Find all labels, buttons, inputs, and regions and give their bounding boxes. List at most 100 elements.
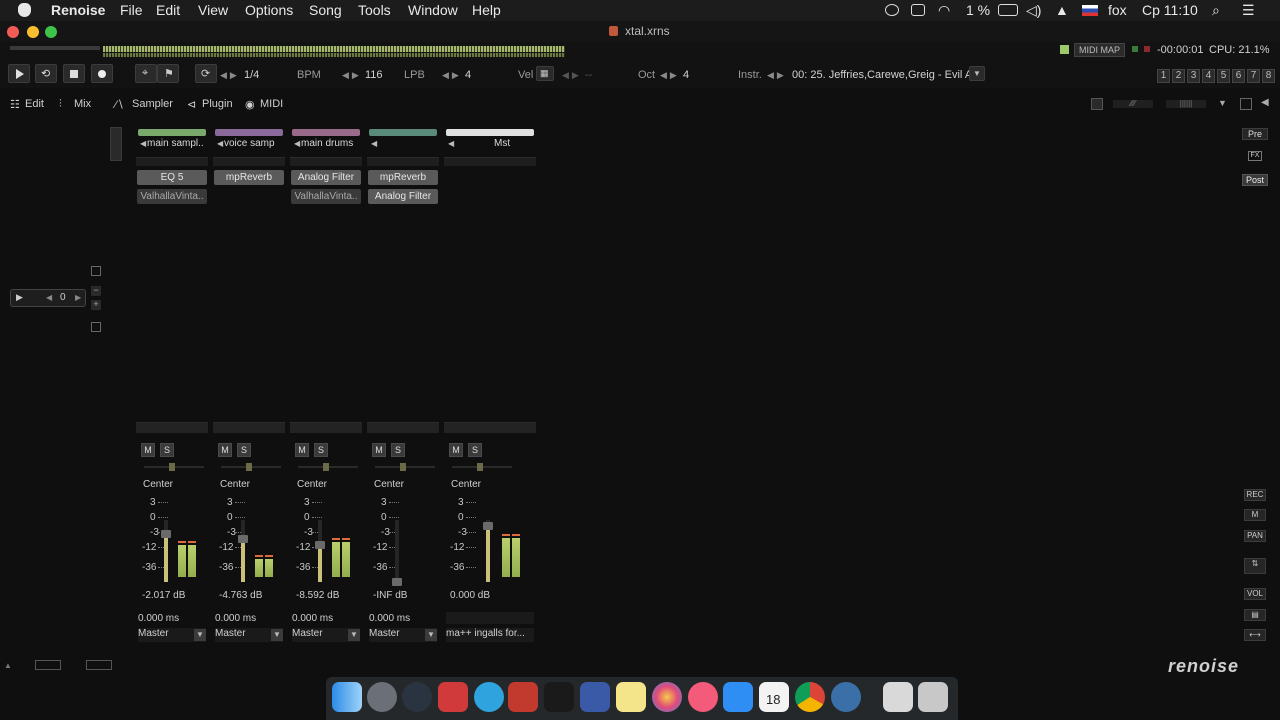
vel-arrows[interactable]: ◀▶: [562, 70, 582, 81]
scope-view-button[interactable]: ⁄⁄⁄⁄: [1113, 100, 1153, 108]
mute-button[interactable]: M: [295, 443, 309, 457]
track-collapse-icon[interactable]: ◀: [217, 139, 223, 148]
lpb-value[interactable]: 4: [465, 69, 471, 81]
solo-button[interactable]: S: [237, 443, 251, 457]
menu-song[interactable]: Song: [309, 2, 342, 18]
menu-help[interactable]: Help: [472, 2, 501, 18]
tab-mix[interactable]: Mix: [74, 98, 91, 110]
opera-icon[interactable]: [402, 682, 432, 712]
track-delay-value[interactable]: 0.000 ms: [215, 613, 256, 624]
volume-fader-knob[interactable]: [483, 522, 493, 530]
track-name[interactable]: voice samp: [224, 138, 282, 150]
solo-button[interactable]: S: [314, 443, 328, 457]
stop-button[interactable]: [63, 64, 85, 83]
menubar-clock[interactable]: Ср 11:10: [1142, 2, 1198, 18]
pan-knob[interactable]: [246, 463, 252, 471]
fx-toggle[interactable]: FX: [1248, 151, 1262, 161]
oct-arrows[interactable]: ◀▶: [660, 70, 680, 81]
track-delay-value[interactable]: 0.000 ms: [369, 613, 410, 624]
mute-button[interactable]: M: [372, 443, 386, 457]
rec-button[interactable]: REC: [1244, 489, 1266, 501]
track-delay-value[interactable]: 0.000 ms: [138, 613, 179, 624]
device-slot[interactable]: Analog Filter: [368, 189, 438, 204]
output-routing-select[interactable]: Master ▼: [292, 628, 360, 642]
mute-column-button[interactable]: M: [1244, 509, 1266, 521]
metronome-button[interactable]: ⌖: [135, 64, 157, 83]
battery-label[interactable]: 1 %: [966, 2, 990, 18]
delay-button[interactable]: ⟷: [1244, 629, 1266, 641]
track-name[interactable]: main drums: [301, 138, 359, 150]
pre-fx-button[interactable]: Pre: [1242, 128, 1268, 140]
scope-slider[interactable]: [10, 46, 100, 50]
volume-fader-knob[interactable]: [392, 578, 402, 586]
loop-button[interactable]: ⟲: [35, 64, 57, 83]
menubar-user[interactable]: fox: [1108, 2, 1127, 18]
follow-button[interactable]: ⚑: [157, 64, 179, 83]
chrome-icon[interactable]: [795, 682, 825, 712]
vel-value[interactable]: --: [585, 69, 592, 81]
volume-fader-knob[interactable]: [238, 535, 248, 543]
solo-button[interactable]: S: [391, 443, 405, 457]
output-routing-select[interactable]: Master ▼: [369, 628, 437, 642]
track-name[interactable]: main sampl..: [147, 138, 205, 150]
track-scroll-handle[interactable]: [110, 127, 122, 161]
disk-browser-icon[interactable]: [1091, 98, 1103, 110]
pan-knob[interactable]: [323, 463, 329, 471]
track-tab-4[interactable]: 4: [1202, 69, 1215, 83]
chevron-down-icon[interactable]: ▼: [348, 629, 360, 641]
device-slot[interactable]: ValhallaVinta..: [137, 189, 207, 204]
block-loop-arrows[interactable]: ◀▶: [220, 70, 240, 81]
chevron-down-icon[interactable]: ▼: [194, 629, 206, 641]
fader-button[interactable]: ▤: [1244, 609, 1266, 621]
lpb-arrows[interactable]: ◀▶: [442, 70, 462, 81]
chevron-down-icon[interactable]: ▼: [1218, 98, 1227, 108]
volume-fader-knob[interactable]: [315, 541, 325, 549]
spotlight-icon[interactable]: ⌕: [1212, 2, 1220, 19]
window-close-button[interactable]: [7, 26, 19, 38]
menu-options[interactable]: Options: [245, 2, 293, 18]
photos-icon[interactable]: [652, 682, 682, 712]
track-delay-value[interactable]: 0.000 ms: [292, 613, 333, 624]
block-loop-button[interactable]: ⟳: [195, 64, 217, 83]
volume-fader-knob[interactable]: [161, 530, 171, 538]
track-tab-5[interactable]: 5: [1217, 69, 1230, 83]
app-store-icon[interactable]: [723, 682, 753, 712]
pan-button[interactable]: PAN: [1244, 530, 1266, 542]
telegram-icon[interactable]: [474, 682, 504, 712]
tab-edit[interactable]: Edit: [25, 98, 44, 110]
collapse-left-icon[interactable]: ◀: [1261, 97, 1269, 108]
mute-button[interactable]: M: [218, 443, 232, 457]
block-loop-fraction[interactable]: 1/4: [244, 69, 259, 81]
pattern-play-icon[interactable]: ▶: [16, 292, 23, 303]
volume-icon[interactable]: ◁): [1026, 2, 1041, 19]
tab-midi[interactable]: MIDI: [260, 98, 283, 110]
device-slot[interactable]: mpReverb: [214, 170, 284, 185]
track-collapse-icon[interactable]: ◀: [140, 139, 146, 148]
sublime-text-icon[interactable]: [544, 682, 574, 712]
app-status-icon[interactable]: [911, 4, 925, 16]
chevron-down-icon[interactable]: ▼: [271, 629, 283, 641]
output-routing-select[interactable]: ma++ ingalls for...: [446, 628, 534, 642]
solo-button[interactable]: S: [160, 443, 174, 457]
record-status-icon[interactable]: [885, 4, 899, 16]
volume-fader[interactable]: [395, 520, 399, 582]
device-slot[interactable]: EQ 5: [137, 170, 207, 185]
instrument-dropdown-button[interactable]: ▼: [969, 66, 985, 81]
pan-knob[interactable]: [477, 463, 483, 471]
bpm-value[interactable]: 116: [365, 69, 383, 81]
window-minimize-button[interactable]: [27, 26, 39, 38]
track-collapse-icon[interactable]: ◀: [294, 139, 300, 148]
track-tab-7[interactable]: 7: [1247, 69, 1260, 83]
documents-folder-icon[interactable]: [883, 682, 913, 712]
pattern-matrix-toggle[interactable]: [35, 660, 61, 670]
xcode-icon[interactable]: [580, 682, 610, 712]
input-source-flag-icon[interactable]: [1082, 5, 1098, 16]
eject-icon[interactable]: ▲: [1055, 2, 1069, 18]
width-button[interactable]: ⇅: [1244, 558, 1266, 574]
menu-view[interactable]: View: [198, 2, 228, 18]
menu-window[interactable]: Window: [408, 2, 458, 18]
app-a-icon[interactable]: [508, 682, 538, 712]
play-button[interactable]: [8, 64, 30, 83]
solo-button[interactable]: S: [468, 443, 482, 457]
pattern-counter[interactable]: 0: [60, 292, 66, 303]
